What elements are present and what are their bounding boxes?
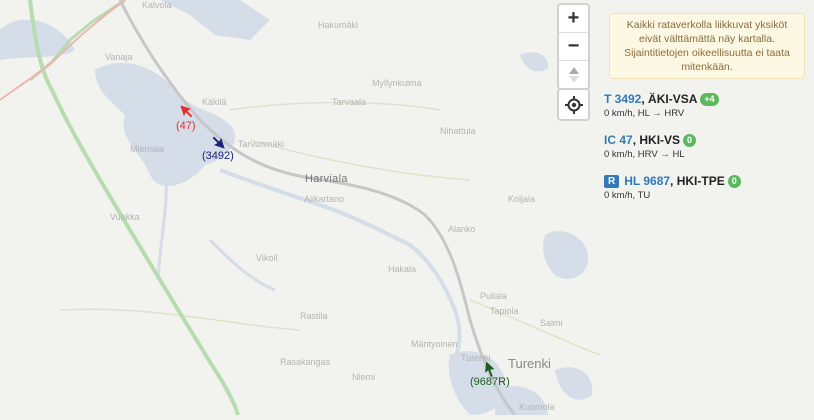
unit-count-badge: 0 xyxy=(727,174,741,188)
train-marker-label[interactable]: (9687R) xyxy=(470,376,510,388)
motorway xyxy=(28,0,240,416)
train-item[interactable]: T 3492, ÄKI-VSA +4 0 km/h, HL → HRV xyxy=(604,92,809,119)
train-id-link[interactable]: T 3492 xyxy=(604,92,641,106)
place-label: Vuokka xyxy=(110,212,140,222)
place-label: Turenki xyxy=(508,356,551,371)
commuter-line-badge: R xyxy=(604,174,620,188)
place-label: Hakala xyxy=(388,264,417,274)
place-label: Rastila xyxy=(300,311,328,321)
unit-count-badge: 0 xyxy=(683,133,697,147)
train-route: , HKI-TPE xyxy=(670,174,725,188)
place-label: Koljala xyxy=(508,194,536,204)
place-label: Rasakangas xyxy=(280,357,331,367)
train-marker-label[interactable]: (3492) xyxy=(202,150,234,162)
place-label: Niemi xyxy=(352,372,376,382)
place-label: Alikartano xyxy=(304,194,345,204)
place-label: Tarvaala xyxy=(332,97,367,107)
place-label: Alanko xyxy=(448,224,476,234)
unit-count-badge: +4 xyxy=(700,92,719,106)
zoom-in-button[interactable]: + xyxy=(559,5,588,32)
place-label: Miemala xyxy=(130,144,165,154)
lake xyxy=(160,0,270,40)
train-id-link[interactable]: HL 9687 xyxy=(624,174,670,188)
place-label: Turenki xyxy=(461,353,491,363)
place-label: Vanaja xyxy=(105,52,133,62)
zoom-control: + − xyxy=(557,3,590,90)
lake xyxy=(520,52,549,72)
train-list: T 3492, ÄKI-VSA +4 0 km/h, HL → HRV IC 4… xyxy=(604,92,809,215)
train-status: 0 km/h, TU xyxy=(604,190,651,201)
train-item[interactable]: R HL 9687, HKI-TPE 0 0 km/h, TU xyxy=(604,174,809,201)
disclaimer-notice: Kaikki rataverkolla liikkuvat yksiköt ei… xyxy=(609,13,805,79)
place-label: Kalvola xyxy=(142,0,172,10)
river xyxy=(208,238,276,292)
place-label: Pullala xyxy=(480,291,508,301)
place-label: Kuomola xyxy=(519,402,555,412)
place-label: Myllynkulma xyxy=(372,78,422,88)
compass-icon[interactable] xyxy=(559,60,588,88)
train-item[interactable]: IC 47, HKI-VS 0 0 km/h, HRV → HL xyxy=(604,133,809,160)
place-label: Hakumäki xyxy=(318,20,359,30)
place-label: Vikoll xyxy=(256,253,278,263)
train-route: , HKI-VS xyxy=(632,133,681,147)
place-label: Tarvunmäki xyxy=(238,139,285,149)
locate-button[interactable] xyxy=(557,88,590,121)
train-marker-label[interactable]: (47) xyxy=(176,120,196,132)
place-label: Nihattula xyxy=(440,126,476,136)
place-label: Harviala xyxy=(305,173,348,185)
crosshair-icon xyxy=(564,95,583,114)
train-route: , ÄKI-VSA xyxy=(641,92,698,106)
lake xyxy=(555,367,593,400)
train-status: 0 km/h, HL → HRV xyxy=(604,108,685,119)
train-id-link[interactable]: IC 47 xyxy=(604,133,633,147)
train-status: 0 km/h, HRV → HL xyxy=(604,149,685,160)
compass-arrow-icon xyxy=(568,66,579,83)
zoom-out-button[interactable]: − xyxy=(559,32,588,60)
place-label: Tapiola xyxy=(490,306,519,316)
place-label: Käkilä xyxy=(202,97,227,107)
place-label: Salmi xyxy=(540,318,563,328)
place-label: Mäntyoinen xyxy=(411,339,458,349)
lake xyxy=(543,231,589,279)
